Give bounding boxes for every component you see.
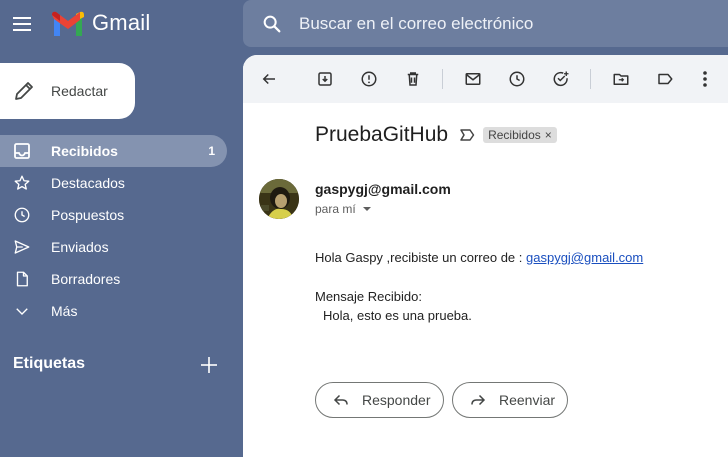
sidebar-item-label: Pospuestos [51, 207, 125, 223]
sidebar-item-drafts[interactable]: Borradores [0, 263, 243, 295]
move-to-icon[interactable] [609, 67, 633, 91]
reply-button[interactable]: Responder [315, 382, 444, 418]
compose-button[interactable]: Redactar [0, 63, 135, 119]
forward-label: Reenviar [499, 392, 556, 408]
search-input[interactable] [299, 13, 679, 34]
sidebar-item-label: Más [51, 303, 78, 319]
draft-icon [12, 269, 32, 289]
send-icon [12, 237, 32, 257]
chevron-down-icon [12, 301, 32, 321]
star-icon [12, 173, 32, 193]
sidebar-item-starred[interactable]: Destacados [0, 167, 243, 199]
forward-button[interactable]: Reenviar [452, 382, 568, 418]
toolbar-divider [590, 69, 591, 89]
labels-title: Etiquetas [13, 355, 86, 372]
sidebar-item-inbox[interactable]: Recibidos 1 [0, 135, 227, 167]
email-body: Hola Gaspy ,recibiste un correo de : gas… [315, 248, 643, 325]
delete-icon[interactable] [401, 67, 425, 91]
app-name: Gmail [92, 10, 151, 35]
reply-icon [333, 394, 348, 406]
search-bar[interactable] [243, 0, 728, 47]
label-icon[interactable] [653, 67, 677, 91]
label-chip-inbox[interactable]: Recibidos × [483, 127, 557, 143]
report-spam-icon[interactable] [357, 67, 381, 91]
main-menu-icon[interactable] [11, 12, 35, 36]
toolbar-divider [442, 69, 443, 89]
sender-link[interactable]: gaspygj@gmail.com [526, 250, 643, 265]
sidebar-item-label: Destacados [51, 175, 125, 191]
labels-section-header: Etiquetas [0, 352, 243, 380]
pencil-icon [15, 82, 33, 100]
back-icon[interactable] [257, 67, 281, 91]
recipient-label: para mí [315, 202, 356, 216]
add-label-icon[interactable] [198, 354, 220, 376]
greeting-text: Hola Gaspy ,recibiste un correo de : [315, 250, 526, 265]
inbox-icon [12, 141, 32, 161]
sender-avatar[interactable] [259, 179, 299, 219]
unread-count: 1 [208, 144, 215, 158]
message-pane: PruebaGitHub Recibidos × gaspygj@gmail.c… [243, 55, 728, 457]
remove-label-icon[interactable]: × [545, 128, 552, 142]
archive-icon[interactable] [313, 67, 337, 91]
sidebar-item-more[interactable]: Más [0, 295, 243, 327]
message-content: Hola, esto es una prueba. [323, 308, 472, 323]
sidebar-item-label: Borradores [51, 271, 121, 287]
snooze-icon[interactable] [505, 67, 529, 91]
gmail-m-icon [52, 11, 84, 36]
importance-marker-icon[interactable] [459, 127, 475, 143]
label-chip-text: Recibidos [488, 128, 541, 142]
reply-label: Responder [362, 392, 431, 408]
caret-down-icon[interactable] [362, 204, 372, 214]
message-title: Mensaje Recibido: [315, 289, 422, 304]
compose-label: Redactar [51, 83, 108, 99]
more-options-icon[interactable] [693, 67, 717, 91]
sidebar-item-label: Enviados [51, 239, 109, 255]
search-icon[interactable] [261, 13, 283, 35]
sidebar-item-label: Recibidos [51, 143, 118, 159]
forward-icon [471, 394, 486, 406]
clock-icon [12, 205, 32, 225]
sidebar-item-snoozed[interactable]: Pospuestos [0, 199, 243, 231]
subject-row: PruebaGitHub Recibidos × [315, 123, 557, 147]
sidebar-nav: Recibidos 1 Destacados Pospuestos Enviad… [0, 135, 243, 327]
sidebar-item-sent[interactable]: Enviados [0, 231, 243, 263]
greeting-line: Hola Gaspy ,recibiste un correo de : gas… [315, 248, 643, 267]
message-toolbar [243, 55, 728, 103]
gmail-logo[interactable]: Gmail [52, 10, 150, 36]
mark-unread-icon[interactable] [461, 67, 485, 91]
top-header: Gmail [0, 0, 728, 48]
recipient-details[interactable]: para mí [315, 202, 372, 216]
add-task-icon[interactable] [549, 67, 573, 91]
email-subject: PruebaGitHub [315, 123, 449, 146]
sender-email[interactable]: gaspygj@gmail.com [315, 181, 451, 197]
